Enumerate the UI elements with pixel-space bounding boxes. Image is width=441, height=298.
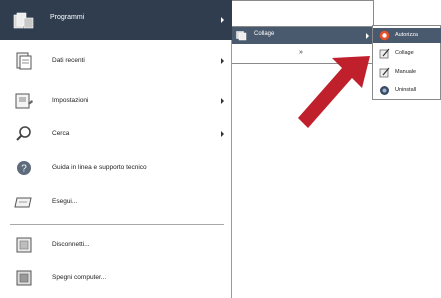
collage-app-icon — [379, 48, 390, 59]
submenu-item-collage-app[interactable]: Collage — [373, 46, 441, 61]
menu-item-label: Impostazioni — [52, 97, 89, 104]
menu-separator — [10, 224, 224, 225]
menu-item-label: Cerca — [52, 130, 70, 137]
search-icon — [14, 124, 34, 144]
submenu-item-label: Collage — [395, 50, 414, 56]
submenu-blank-area — [232, 0, 374, 27]
menu-item-label: Disconnetti... — [52, 241, 90, 248]
submenu-arrow-icon — [221, 131, 224, 137]
pointer-arrow-icon — [298, 56, 370, 128]
menu-item-search[interactable]: Cerca — [0, 118, 232, 150]
menu-item-recent[interactable]: Dati recenti — [0, 45, 232, 77]
start-menu: Programmi Dati recenti Impostazioni Cerc… — [0, 0, 232, 298]
menu-item-run[interactable]: Esegui... — [0, 186, 232, 218]
svg-text:?: ? — [21, 164, 27, 175]
programs-folder-icon — [13, 12, 35, 30]
manual-icon — [379, 67, 390, 78]
submenu-item-label: Uninstall — [395, 87, 417, 93]
menu-item-label: Esegui... — [52, 198, 78, 205]
programs-label: Programmi — [50, 14, 85, 21]
help-icon: ? — [14, 158, 34, 178]
submenu-item-label: Manuale — [395, 69, 417, 75]
menu-item-shutdown[interactable]: Spegni computer... — [0, 262, 232, 294]
menu-item-settings[interactable]: Impostazioni — [0, 85, 232, 117]
menu-item-label: Spegni computer... — [52, 274, 107, 281]
menu-item-label: Dati recenti — [52, 57, 85, 64]
start-app-icon — [379, 30, 390, 41]
submenu-item-uninstall[interactable]: Uninstall — [373, 83, 441, 98]
submenu-arrow-icon — [366, 33, 369, 39]
shutdown-icon — [14, 268, 34, 288]
submenu-item-label: Collage — [254, 31, 275, 37]
menu-item-programs[interactable]: Programmi — [0, 0, 232, 40]
collage-submenu: Autorizza Collage Manuale Uninstall — [372, 25, 441, 100]
recent-docs-icon — [14, 51, 34, 71]
menu-item-logoff[interactable]: Disconnetti... — [0, 229, 232, 261]
submenu-item-collage[interactable]: Collage — [232, 27, 374, 44]
submenu-arrow-icon — [221, 98, 224, 104]
uninstall-icon — [379, 85, 390, 96]
submenu-arrow-icon — [221, 58, 224, 64]
logoff-icon — [14, 235, 34, 255]
collage-folder-icon — [236, 30, 247, 41]
menu-item-help[interactable]: ? Guida in linea e supporto tecnico — [0, 152, 232, 184]
settings-icon — [14, 91, 34, 111]
submenu-arrow-icon — [221, 17, 224, 23]
submenu-item-avvio[interactable]: Autorizza — [373, 28, 441, 43]
submenu-item-manuale[interactable]: Manuale — [373, 65, 441, 80]
menu-item-label: Guida in linea e supporto tecnico — [52, 164, 147, 171]
submenu-item-label: Autorizza — [395, 32, 418, 38]
run-icon — [14, 192, 34, 212]
